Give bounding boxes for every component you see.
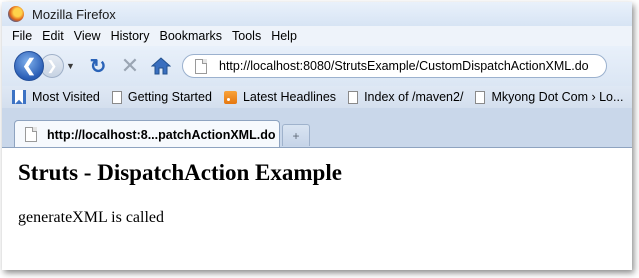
bookmark-mkyong[interactable]: Mkyong Dot Com › Lo... xyxy=(475,90,623,104)
firefox-logo-icon xyxy=(8,6,24,22)
tab-strip: http://localhost:8...patchActionXML.do + xyxy=(2,108,632,148)
back-arrow-icon: ❮ xyxy=(21,56,37,75)
navigation-toolbar: ❮ ❯ ▼ ↻ ✕ http://localhost:8080/StrutsEx… xyxy=(2,46,632,86)
bookmark-label: Mkyong Dot Com › Lo... xyxy=(491,90,624,104)
menu-file[interactable]: File xyxy=(12,29,32,43)
bookmark-label: Latest Headlines xyxy=(242,90,337,104)
page-icon xyxy=(111,90,122,104)
page-heading: Struts - DispatchAction Example xyxy=(18,160,342,185)
address-bar[interactable]: http://localhost:8080/StrutsExample/Cust… xyxy=(182,54,607,78)
tab-page-icon xyxy=(25,127,37,142)
history-dropdown-icon[interactable]: ▼ xyxy=(66,61,76,71)
page-icon xyxy=(475,90,486,104)
bookmarks-toolbar: Most Visited Getting Started Latest Head… xyxy=(2,86,632,108)
menu-edit[interactable]: Edit xyxy=(42,29,64,43)
bookmark-label: Most Visited xyxy=(32,90,100,104)
new-tab-button[interactable]: + xyxy=(282,124,310,146)
menu-view[interactable]: View xyxy=(74,29,101,43)
menu-tools[interactable]: Tools xyxy=(232,29,261,43)
home-icon[interactable] xyxy=(150,56,172,76)
tab-active[interactable]: http://localhost:8...patchActionXML.do xyxy=(14,120,280,148)
title-bar: Mozilla Firefox xyxy=(2,2,632,26)
site-page-icon xyxy=(195,58,207,74)
bookmark-star-icon xyxy=(12,90,26,104)
bookmark-index-maven2[interactable]: Index of /maven2/ xyxy=(348,90,463,104)
page-icon xyxy=(348,90,359,104)
forward-arrow-icon: ❯ xyxy=(46,58,58,73)
bookmark-most-visited[interactable]: Most Visited xyxy=(2,90,100,104)
page-message: generateXML is called xyxy=(18,209,165,226)
reload-icon[interactable]: ↻ xyxy=(88,54,108,79)
menu-bookmarks[interactable]: Bookmarks xyxy=(159,29,222,43)
browser-window: Mozilla Firefox File Edit View History B… xyxy=(2,2,632,270)
bookmark-label: Index of /maven2/ xyxy=(364,90,464,104)
rss-feed-icon xyxy=(223,90,237,104)
back-button[interactable]: ❮ xyxy=(14,51,44,81)
tab-title: http://localhost:8...patchActionXML.do xyxy=(47,127,276,142)
menu-help[interactable]: Help xyxy=(271,29,297,43)
window-title: Mozilla Firefox xyxy=(32,6,116,22)
bookmark-latest-headlines[interactable]: Latest Headlines xyxy=(223,90,337,104)
stop-icon[interactable]: ✕ xyxy=(120,53,140,79)
menu-history[interactable]: History xyxy=(111,29,150,43)
url-text[interactable]: http://localhost:8080/StrutsExample/Cust… xyxy=(219,59,589,73)
menu-bar: File Edit View History Bookmarks Tools H… xyxy=(2,26,632,46)
bookmark-label: Getting Started xyxy=(127,90,212,104)
page-content: Struts - DispatchAction Example generate… xyxy=(2,148,632,270)
plus-icon: + xyxy=(292,128,300,143)
bookmark-getting-started[interactable]: Getting Started xyxy=(111,90,212,104)
